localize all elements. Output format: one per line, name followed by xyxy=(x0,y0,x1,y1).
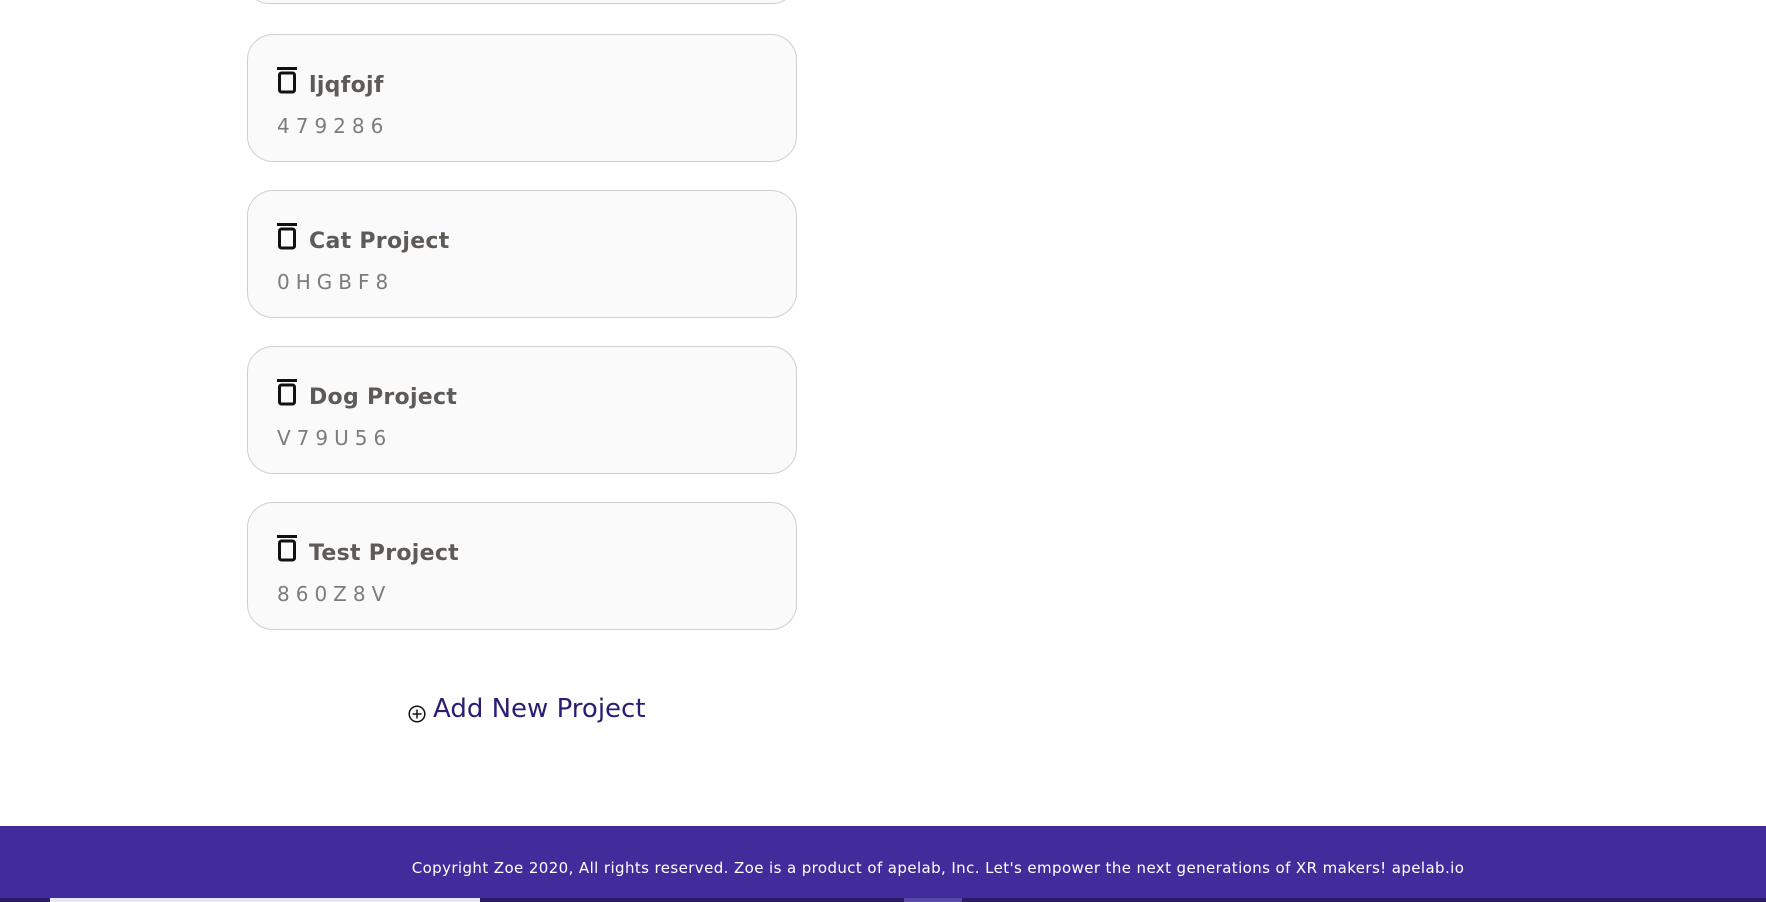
project-card[interactable]: Cat Project 0HGBF8 xyxy=(247,190,797,318)
project-list: ljqfojf 479286 Cat Project 0HGBF8 Dog Pr… xyxy=(247,34,797,658)
add-new-project-button[interactable]: Add New Project xyxy=(408,694,646,724)
project-name: ljqfojf xyxy=(309,73,384,98)
scrollbar-marker xyxy=(904,898,962,902)
project-card[interactable]: Dog Project V79U56 xyxy=(247,346,797,474)
scrollbar-thumb[interactable] xyxy=(50,898,480,902)
page: ljqfojf 479286 Cat Project 0HGBF8 Dog Pr… xyxy=(0,0,1766,902)
project-code: 0HGBF8 xyxy=(277,270,395,294)
trash-icon[interactable] xyxy=(276,534,298,562)
project-code: 860Z8V xyxy=(277,582,392,606)
footer-copyright-text: Copyright Zoe 2020, All rights reserved.… xyxy=(411,859,1465,877)
project-name: Dog Project xyxy=(309,385,458,410)
trash-icon[interactable] xyxy=(276,66,298,94)
trash-icon[interactable] xyxy=(276,222,298,250)
footer: Copyright Zoe 2020, All rights reserved.… xyxy=(0,826,1766,902)
plus-circle-icon xyxy=(408,700,426,723)
footer-copyright: Copyright Zoe 2020, All rights reserved.… xyxy=(0,859,1766,877)
project-card-partial[interactable] xyxy=(247,0,795,4)
add-new-project-label: Add New Project xyxy=(433,694,646,724)
horizontal-scrollbar[interactable] xyxy=(0,898,1766,902)
project-card[interactable]: ljqfojf 479286 xyxy=(247,34,797,162)
project-name: Test Project xyxy=(309,541,459,566)
project-code: 479286 xyxy=(277,114,390,138)
trash-icon[interactable] xyxy=(276,378,298,406)
project-code: V79U56 xyxy=(277,426,393,450)
project-card[interactable]: Test Project 860Z8V xyxy=(247,502,797,630)
project-name: Cat Project xyxy=(309,229,450,254)
